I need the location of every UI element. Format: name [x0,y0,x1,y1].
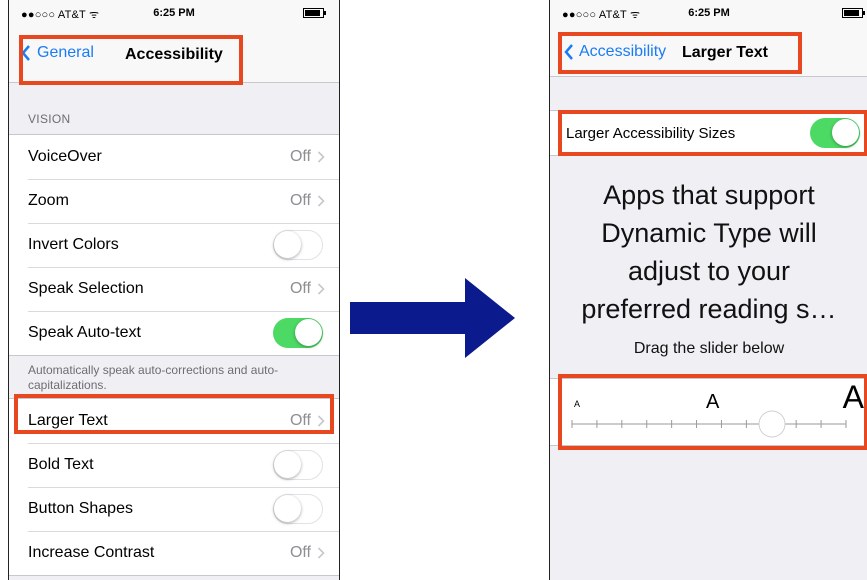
speak-auto-text-toggle[interactable] [273,318,323,348]
chevron-left-icon [564,44,573,60]
preview-text: Apps that support Dynamic Type will adju… [550,176,867,328]
larger-text-screen: ●●○○○ AT&T ᯤ 6:25 PM Accessibility Large… [549,0,867,580]
back-button[interactable]: General [21,44,94,62]
settings-row-voiceover[interactable]: VoiceOver Off [9,135,339,179]
row-label: Invert Colors [28,236,119,253]
back-label: Accessibility [579,43,667,60]
settings-row-button-shapes[interactable]: Button Shapes [9,487,339,531]
status-time: 6:25 PM [688,7,730,19]
slider-thumb[interactable] [758,410,786,438]
chevron-right-icon [317,415,325,427]
row-value: Off [290,148,325,166]
row-value: Off [290,412,325,430]
section-header: VISION [28,112,71,126]
status-bar: ●●○○○ AT&T ᯤ 6:25 PM [9,0,339,26]
footnote: Automatically speak auto-corrections and… [28,363,279,392]
row-value-text: Off [289,412,311,429]
row-value: Off [290,544,325,562]
settings-row-bold-text[interactable]: Bold Text [9,443,339,487]
row-label: Zoom [28,192,69,209]
row-label: Increase Contrast [28,544,155,561]
row-label: Bold Text [28,456,94,473]
page-title: Accessibility [125,46,223,63]
preview-line: Dynamic Type will [601,218,817,248]
text-group: Larger Text Off Bold Text Button Shapes Incr… [9,398,339,576]
larger-accessibility-sizes-toggle[interactable] [810,118,860,148]
accessibility-sizes-group: Larger Accessibility Sizes [550,110,867,156]
battery-icon [842,8,865,18]
text-size-slider-panel: A A A [550,378,867,446]
larger-accessibility-sizes-row: Larger Accessibility Sizes [550,111,867,155]
status-bar: ●●○○○ AT&T ᯤ 6:25 PM [550,0,867,26]
button-shapes-toggle[interactable] [273,494,323,524]
vision-group: VoiceOver Off Zoom Off Invert Colors Speak Se… [9,134,339,356]
preview-line: preferred reading s… [581,294,837,324]
accessibility-screen: ●●○○○ AT&T ᯤ 6:25 PM General Accessibili… [8,0,340,580]
settings-row-invert-colors[interactable]: Invert Colors [9,223,339,267]
chevron-right-icon [317,283,325,295]
row-label: Button Shapes [28,500,133,517]
arrow-right-icon [350,278,515,358]
chevron-right-icon [317,195,325,207]
row-value-text: Off [289,280,311,297]
back-button[interactable]: Accessibility [564,43,666,61]
row-label: Larger Accessibility Sizes [566,124,736,142]
battery-icon [303,8,326,18]
row-value-text: Off [289,148,311,165]
nav-bar: General Accessibility [9,26,339,83]
row-value: Off [290,280,325,298]
drag-hint: Drag the slider below [633,340,785,357]
row-value-text: Off [289,544,311,561]
row-label: VoiceOver [28,148,102,165]
settings-row-speak-auto-text[interactable]: Speak Auto-text [9,311,339,355]
bold-text-toggle[interactable] [273,450,323,480]
row-label: Speak Selection [28,280,144,297]
nav-bar: Accessibility Larger Text [550,26,867,77]
row-value-text: Off [289,192,311,209]
preview-line: Apps that support [603,180,815,210]
row-value: Off [290,192,325,210]
chevron-right-icon [317,547,325,559]
invert-colors-toggle[interactable] [273,230,323,260]
settings-row-larger-text[interactable]: Larger Text Off [9,399,339,443]
row-label: Larger Text [28,412,108,429]
back-label: General [37,44,94,61]
chevron-left-icon [21,45,30,61]
chevron-right-icon [317,151,325,163]
text-size-slider[interactable] [550,379,867,445]
settings-row-zoom[interactable]: Zoom Off [9,179,339,223]
preview-line: adjust to your [627,256,791,286]
settings-row-increase-contrast[interactable]: Increase Contrast Off [9,531,339,575]
page-title: Larger Text [682,44,768,61]
status-time: 6:25 PM [153,7,195,19]
row-label: Speak Auto-text [28,324,141,341]
settings-row-speak-selection[interactable]: Speak Selection Off [9,267,339,311]
